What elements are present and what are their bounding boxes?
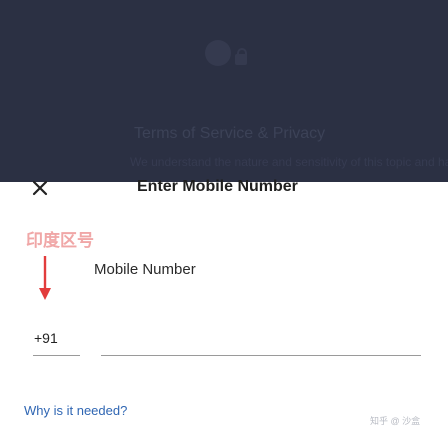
background-title: Terms of Service & Privacy (134, 125, 326, 142)
background-subtitle: We understand the nature and sensitivity… (130, 155, 448, 169)
lock-icon (235, 48, 247, 65)
emblem-icon (205, 40, 231, 66)
close-icon (32, 180, 48, 196)
mobile-number-label: Mobile Number (94, 261, 196, 278)
mobile-number-input[interactable] (101, 330, 421, 356)
close-button[interactable] (28, 176, 52, 200)
country-code-underline (33, 355, 80, 356)
country-code-selector[interactable]: +91 (34, 330, 58, 346)
why-needed-link[interactable]: Why is it needed? (24, 403, 127, 418)
page-title: Enter Mobile Number (137, 178, 298, 195)
background-screen: Terms of Service & Privacy We understand… (0, 0, 448, 182)
corner-watermark: 知乎 @ 沙盒 (370, 416, 421, 426)
annotation-watermark: 印度区号 (26, 231, 94, 250)
red-arrow-icon (39, 256, 51, 300)
